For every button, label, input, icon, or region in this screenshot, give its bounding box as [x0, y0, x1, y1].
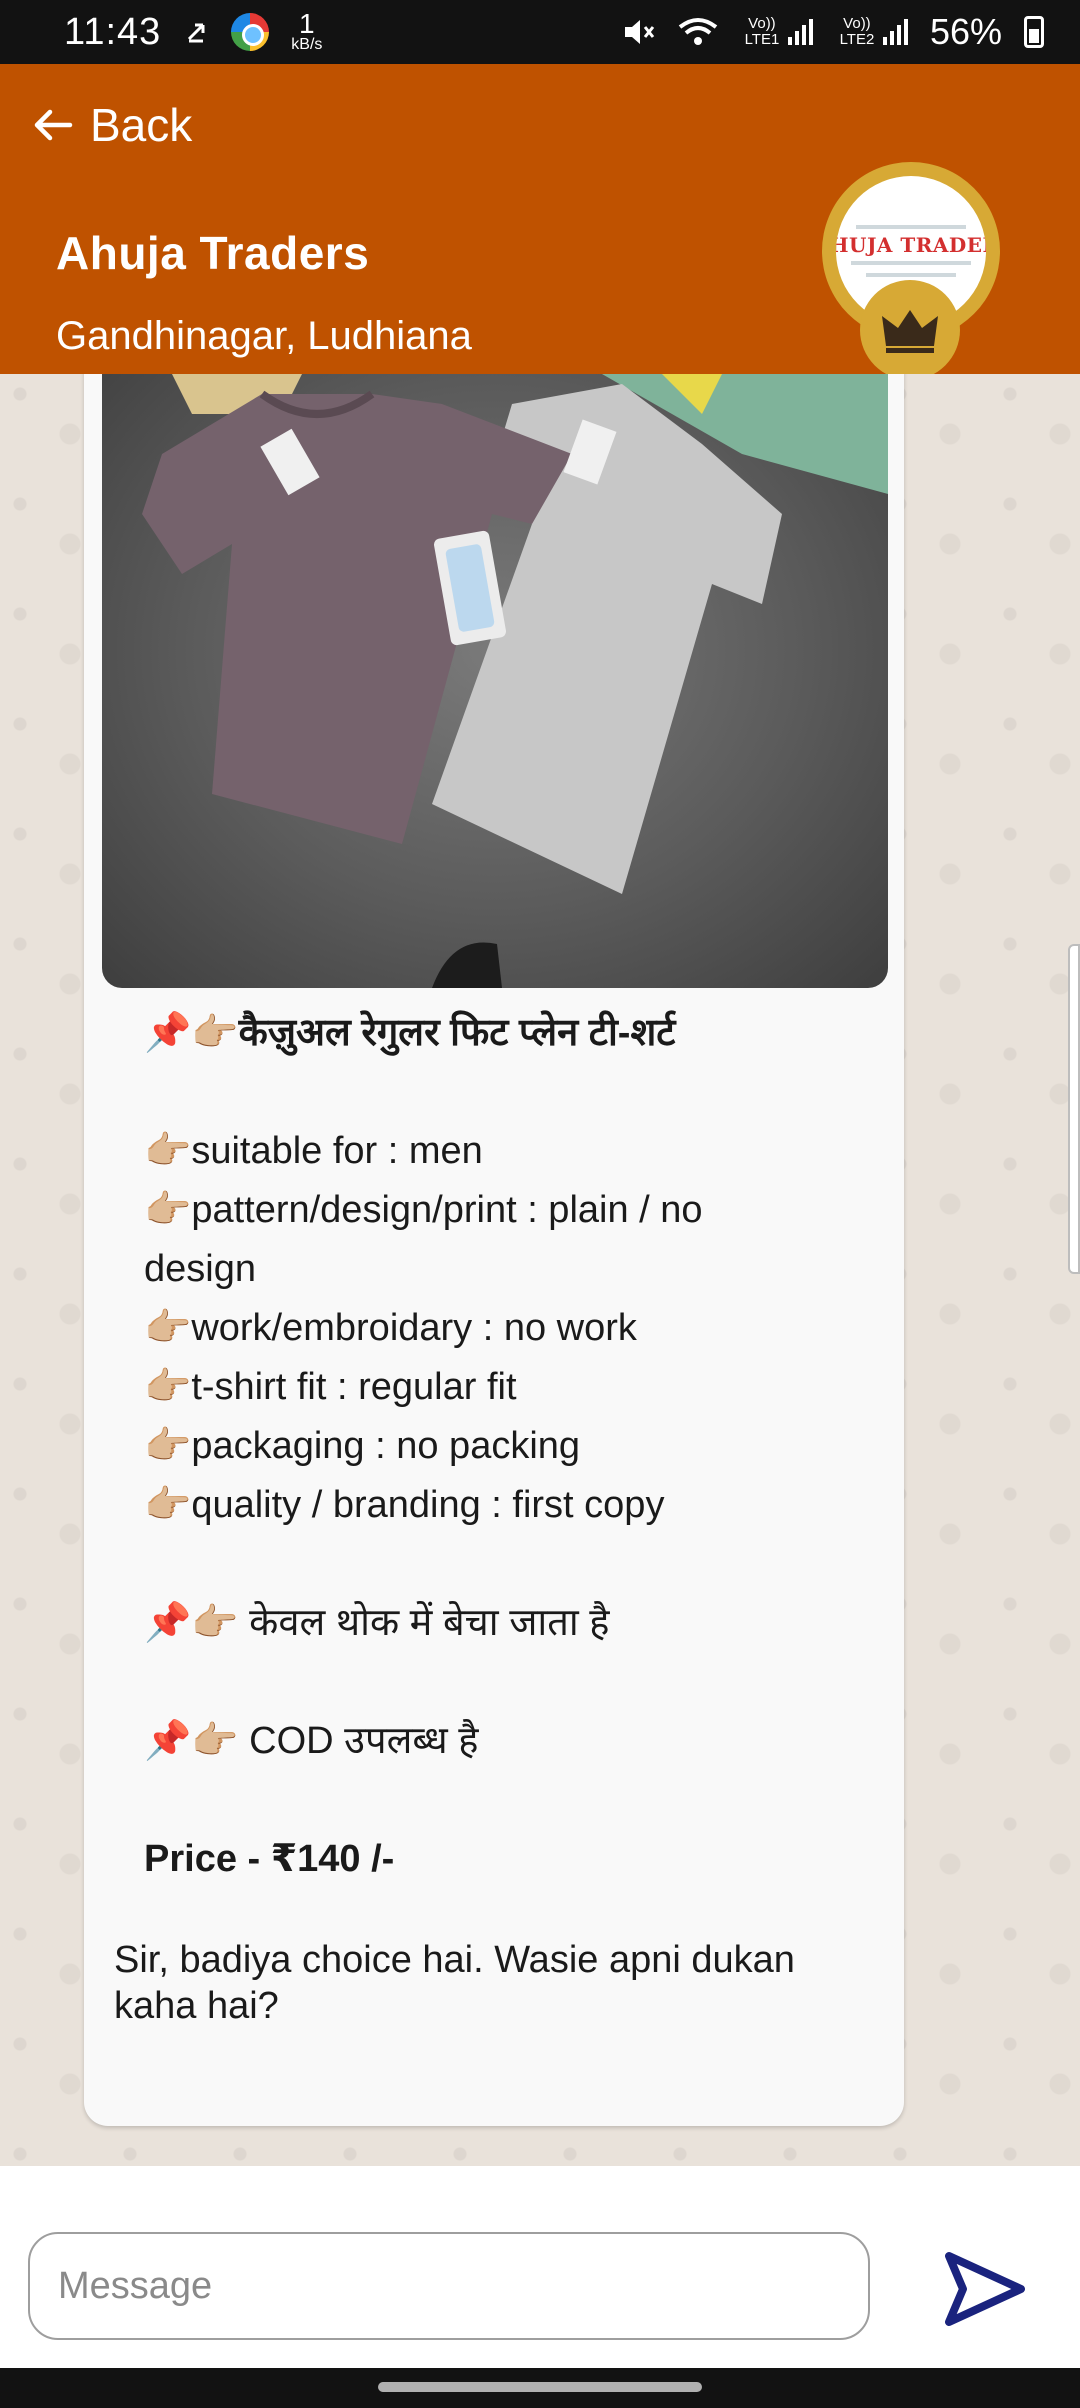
status-bar: 11:43 1 kB/s Vo)) LTE1 Vo)) LTE2 56% [0, 0, 1080, 64]
crown-icon [882, 310, 938, 353]
detail-line: 👉🏼t-shirt fit : regular fit [144, 1366, 517, 1408]
chat-area[interactable]: 📌👉🏼कैज़ुअल रेगुलर फिट प्लेन टी-शर्ट 👉🏼su… [0, 374, 1080, 2166]
detail-line: 👉🏼work/embroidary : no work [144, 1307, 637, 1349]
sync-icon [183, 17, 209, 47]
avatar-logo-text: HUJA TRADEI [836, 233, 986, 257]
message-text: 📌👉🏼कैज़ुअल रेगुलर फिट प्लेन टी-शर्ट 👉🏼su… [144, 1004, 864, 1889]
arrow-left-icon [34, 109, 73, 141]
avatar-line [866, 273, 956, 277]
system-nav-bar [0, 2368, 1080, 2408]
detail-line: 👉🏼quality / branding : first copy [144, 1484, 665, 1526]
message-composer [0, 2166, 1080, 2368]
data-speed-value: 1 [299, 8, 315, 39]
premium-badge [860, 280, 960, 380]
browser-icon [231, 13, 270, 51]
home-gesture-bar[interactable] [378, 2382, 702, 2392]
scrollbar[interactable] [1068, 944, 1080, 1274]
detail-line: 👉🏼packaging : no packing [144, 1425, 581, 1467]
detail-line: design [144, 1248, 256, 1290]
send-button[interactable] [940, 2244, 1030, 2334]
product-title: 📌👉🏼कैज़ुअल रेगुलर फिट प्लेन टी-शर्ट [144, 1012, 676, 1054]
signal-bars-icon [882, 19, 908, 45]
wholesale-note: 📌👉🏼 केवल थोक में बेचा जाता है [144, 1602, 610, 1644]
price-line: Price - ₹140 /- [144, 1838, 395, 1880]
sim2-signal: Vo)) LTE2 [835, 16, 908, 48]
detail-line: 👉🏼pattern/design/print : plain / no [144, 1189, 703, 1231]
cod-note: 📌👉🏼 COD उपलब्ध है [144, 1720, 479, 1762]
battery-icon [1024, 16, 1044, 48]
data-speed-unit: kB/s [291, 36, 323, 53]
wifi-icon [678, 17, 718, 47]
mute-icon [622, 17, 656, 47]
status-left: 11:43 1 kB/s [64, 8, 323, 54]
status-right: Vo)) LTE1 Vo)) LTE2 56% [622, 11, 1044, 53]
status-time: 11:43 [64, 10, 162, 53]
avatar-line [856, 225, 966, 229]
shop-location: Gandhinagar, Ludhiana [56, 314, 472, 358]
message-input[interactable] [28, 2232, 870, 2340]
send-icon [945, 2252, 1025, 2326]
reply-message: Sir, badiya choice hai. Wasie apni dukan… [114, 1939, 795, 2027]
sim1-signal: Vo)) LTE1 [740, 16, 813, 48]
tshirt-photo [142, 374, 888, 988]
back-label: Back [90, 99, 193, 151]
shop-name: Ahuja Traders [56, 227, 370, 279]
message-bubble: 📌👉🏼कैज़ुअल रेगुलर फिट प्लेन टी-शर्ट 👉🏼su… [84, 374, 904, 2126]
avatar-line [851, 261, 971, 265]
detail-line: 👉🏼suitable for : men [144, 1130, 483, 1172]
sim1-label: Vo)) LTE1 [744, 15, 780, 48]
data-speed: 1 kB/s [291, 8, 323, 53]
sim2-label: Vo)) LTE2 [839, 15, 875, 48]
battery-percent: 56% [929, 11, 1002, 52]
back-button[interactable]: Back [30, 98, 192, 152]
signal-bars-icon [787, 19, 813, 45]
product-image[interactable] [102, 374, 888, 988]
